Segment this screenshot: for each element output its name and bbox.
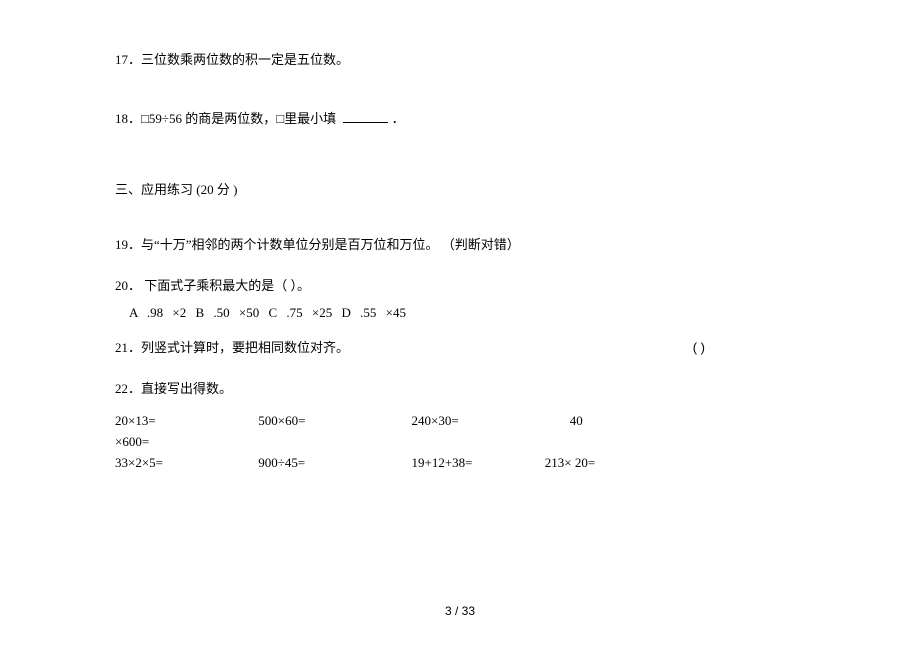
page-footer: 3 / 33	[0, 602, 920, 621]
calc-r1-c3: 240×30=	[412, 411, 567, 432]
q20-options: A .98 ×2 B .50 ×50 C .75 ×25 D .55 ×45	[129, 303, 805, 324]
q18-blank	[343, 122, 388, 123]
calc-r2-c4: 213× 20=	[545, 453, 595, 474]
q19-text: 19．与“十万”相邻的两个计数单位分别是百万位和万位。 （判断对错）	[115, 237, 520, 252]
calc-r1b: ×600=	[115, 432, 149, 453]
calc-r1-c1: 20×13=	[115, 411, 255, 432]
page-content: 17．三位数乘两位数的积一定是五位数。 18．□59÷56 的商是两位数，□里最…	[0, 0, 920, 474]
q21-spacer	[349, 338, 693, 359]
section-3-text: 三、应用练习 (20 分 )	[115, 182, 237, 197]
q17-text: 17．三位数乘两位数的积一定是五位数。	[115, 52, 349, 67]
question-18: 18．□59÷56 的商是两位数，□里最小填 ．	[115, 109, 805, 130]
calc-r2-c1: 33×2×5=	[115, 453, 255, 474]
question-22: 22．直接写出得数。	[115, 379, 805, 400]
calc-row-2: 33×2×5= 900÷45= 19+12+38= 213× 20=	[115, 453, 805, 474]
question-20: 20． 下面式子乘积最大的是（ ）。 A .98 ×2 B .50 ×50 C …	[115, 276, 805, 324]
q18-text-b: ．	[392, 111, 405, 126]
calc-r1-c4: 40	[570, 411, 583, 432]
question-19: 19．与“十万”相邻的两个计数单位分别是百万位和万位。 （判断对错）	[115, 235, 805, 256]
calc-r2-c3: 19+12+38=	[412, 453, 542, 474]
calc-row-1: 20×13= 500×60= 240×30= 40	[115, 411, 805, 432]
q22-text: 22．直接写出得数。	[115, 381, 232, 396]
question-21: 21．列竖式计算时，要把相同数位对齐。 ( )	[115, 338, 805, 359]
q20-options-text: A .98 ×2 B .50 ×50 C .75 ×25 D .55 ×45	[129, 305, 406, 320]
q21-text: 21．列竖式计算时，要把相同数位对齐。	[115, 338, 349, 359]
calc-row-1b: ×600=	[115, 432, 805, 453]
q20-text: 20． 下面式子乘积最大的是（ ）。	[115, 278, 310, 293]
calc-r1-c2: 500×60=	[258, 411, 408, 432]
question-17: 17．三位数乘两位数的积一定是五位数。	[115, 50, 805, 71]
q18-text-a: 18．□59÷56 的商是两位数，□里最小填	[115, 111, 336, 126]
q21-paren: ( )	[693, 338, 805, 359]
calc-r2-c2: 900÷45=	[258, 453, 408, 474]
section-3-heading: 三、应用练习 (20 分 )	[115, 180, 805, 201]
calculation-block: 20×13= 500×60= 240×30= 40 ×600= 33×2×5= …	[115, 411, 805, 473]
page-number: 3 / 33	[445, 604, 475, 618]
